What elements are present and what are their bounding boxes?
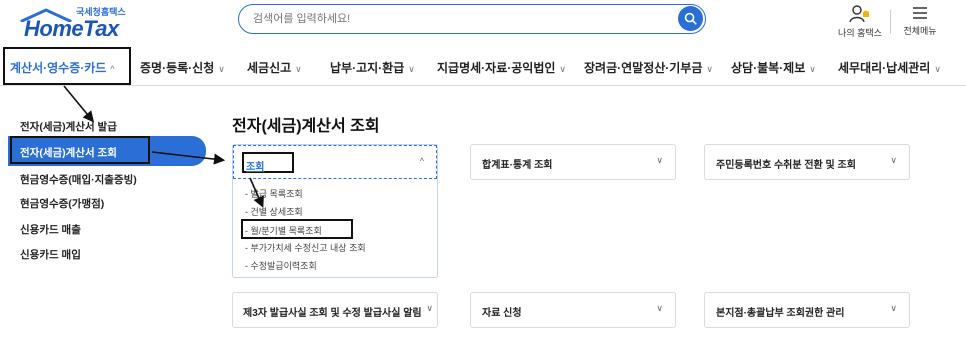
sidebar-item-cash-receipt-purchase[interactable]: 현금영수증(매입·지출증빙) [20,172,137,187]
sub-item-vat-amend[interactable]: - 부가가치세 수정신고 내상 조회 [245,241,366,254]
inquiry-card: 조회 ^ - 발급 목록조회 - 건별 상세조회 - 월/분기별 목록조회 - … [232,144,438,278]
sidebar-item-credit-card-sales[interactable]: 신용카드 매출 [20,222,81,237]
sub-item-issue-list[interactable]: - 발급 목록조회 [245,187,303,200]
search-bar [238,4,706,34]
header: 국세청홈택스 HomeTax 나의 홈택스 전체메뉴 [0,0,966,46]
user-bell-icon [849,5,869,23]
nav-item-label: 세금신고 [247,61,292,75]
sidebar-item-invoice-inquiry[interactable]: 전자(세금)계산서 조회 [20,145,117,160]
card-branch-permission[interactable]: 본지점·총괄납부 조회권한 관리 ∨ [704,292,910,328]
card-summary-stats[interactable]: 합계표·통계 조회 ∨ [470,144,676,180]
nav-item-payment[interactable]: 납부·고지·환급 ∨ [330,59,415,76]
sub-item-amend-history[interactable]: - 수정발급이력조회 [245,259,317,272]
sidebar-item-credit-card-purchase[interactable]: 신용카드 매입 [20,247,81,262]
hometax-logo[interactable]: 국세청홈택스 HomeTax [10,2,140,42]
card-label: 합계표·통계 조회 [482,160,553,171]
sub-item-detail[interactable]: - 건별 상세조회 [245,205,303,218]
chevron-down-icon: ∨ [706,64,713,74]
nav-item-label: 납부·고지·환급 [330,61,405,75]
nav-item-label: 지급명세·자료·공익법인 [437,61,556,75]
card-label: 자료 신청 [482,308,522,319]
chevron-down-icon: ∨ [656,155,663,165]
search-input[interactable] [253,5,673,32]
chevron-down-icon: ∨ [426,303,433,313]
nav-item-consulting[interactable]: 상담·불복·제보 ∨ [731,59,816,76]
all-menu-button[interactable]: 전체메뉴 [900,4,940,37]
card-data-request[interactable]: 자료 신청 ∨ [470,292,676,328]
nav-item-statements[interactable]: 지급명세·자료·공익법인 ∨ [437,59,566,76]
chevron-down-icon: ∨ [559,64,566,74]
nav-item-label: 장려금·연말정산·기부금 [584,61,703,75]
my-hometax-label: 나의 홈택스 [838,28,882,38]
card-label: 본지점·총괄납부 조회권한 관리 [716,308,845,319]
all-menu-label: 전체메뉴 [903,26,937,36]
inquiry-card-header[interactable]: 조회 ^ [233,145,437,179]
nav-item-tax-filing[interactable]: 세금신고 ∨ [247,59,302,76]
card-resident-number[interactable]: 주민등록번호 수취분 전환 및 조회 ∨ [704,144,910,180]
header-divider [890,10,891,34]
chevron-up-icon: ^ [419,156,424,166]
chevron-down-icon: ∨ [890,303,897,313]
chevron-down-icon: ∨ [934,64,941,74]
nav-item-incentives[interactable]: 장려금·연말정산·기부금 ∨ [584,59,713,76]
sidebar-item-cash-receipt-merchant[interactable]: 현금영수증(가맹점) [20,196,104,211]
chevron-down-icon: ∨ [890,155,897,165]
nav-item-label: 증명·등록·신청 [140,61,215,75]
chevron-down-icon: ∨ [656,303,663,313]
main-nav: 계산서·영수증·카드 ^ 증명·등록·신청 ∨ 세금신고 ∨ 납부·고지·환급 ∨ 지급… [0,46,966,86]
page-title: 전자(세금)계산서 조회 [232,118,380,135]
menu-icon [913,7,927,19]
nav-item-label: 계산서·영수증·카드 [10,61,107,75]
chevron-down-icon: ∨ [295,64,302,74]
logo-title: HomeTax [24,16,119,41]
search-button[interactable] [678,6,703,31]
inquiry-card-label: 조회 [246,162,265,173]
chevron-up-icon: ^ [110,64,115,74]
chevron-down-icon: ∨ [809,64,816,74]
chevron-down-icon: ∨ [218,64,225,74]
chevron-down-icon: ∨ [408,64,415,74]
nav-item-receipts[interactable]: 계산서·영수증·카드 ^ [10,59,115,76]
my-hometax-button[interactable]: 나의 홈택스 [832,4,888,39]
search-icon [684,12,697,25]
card-label: 제3자 발급사실 조회 및 수정 발급사실 알림 [243,308,422,319]
nav-item-label: 상담·불복·제보 [731,61,806,75]
nav-item-certificates[interactable]: 증명·등록·신청 ∨ [140,59,225,76]
sub-item-monthly-list[interactable]: - 월/분기별 목록조회 [245,224,322,237]
sidebar-item-invoice-issue[interactable]: 전자(세금)계산서 발급 [20,119,117,134]
nav-item-label: 세무대리·납세관리 [838,61,931,75]
card-label: 주민등록번호 수취분 전환 및 조회 [716,160,856,171]
nav-item-tax-agent[interactable]: 세무대리·납세관리 ∨ [838,59,941,76]
sidebar: 전자(세금)계산서 발급 전자(세금)계산서 조회 현금영수증(매입·지출증빙)… [0,86,206,341]
card-third-party[interactable]: 제3자 발급사실 조회 및 수정 발급사실 알림 ∨ [232,292,438,328]
